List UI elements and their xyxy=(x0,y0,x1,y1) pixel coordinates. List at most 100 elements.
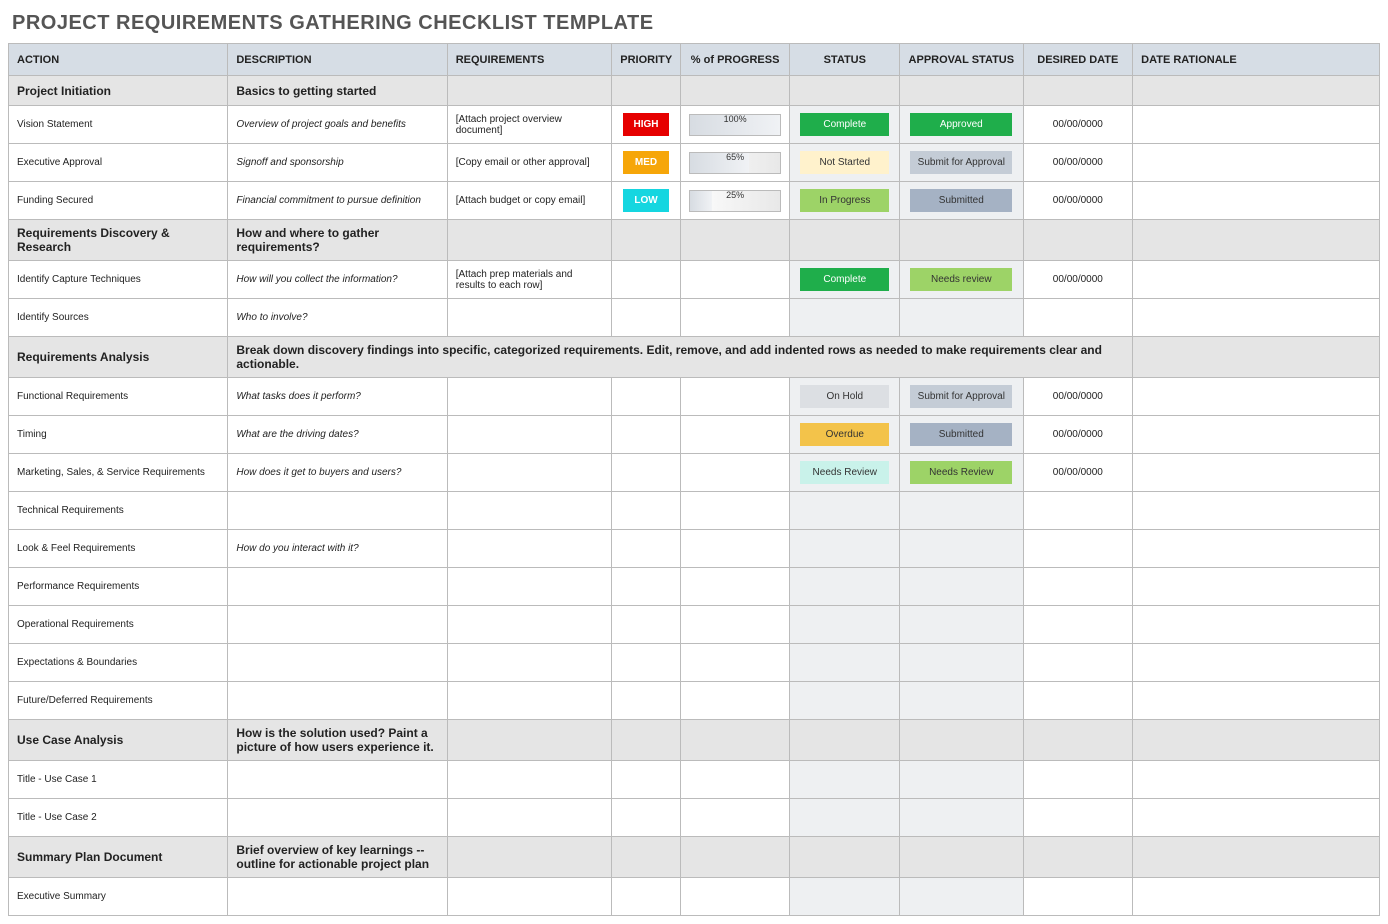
cell-description[interactable] xyxy=(228,682,447,720)
cell-date-rationale[interactable] xyxy=(1133,878,1380,916)
cell-action[interactable]: Technical Requirements xyxy=(9,492,228,530)
cell-date-rationale[interactable] xyxy=(1133,568,1380,606)
cell-requirements[interactable]: [Copy email or other approval] xyxy=(447,144,612,182)
cell-description[interactable]: Signoff and sponsorship xyxy=(228,144,447,182)
cell-action[interactable]: Expectations & Boundaries xyxy=(9,644,228,682)
cell-requirements[interactable] xyxy=(447,682,612,720)
cell-desired-date[interactable]: 00/00/0000 xyxy=(1023,454,1133,492)
cell-approval[interactable] xyxy=(900,878,1023,916)
cell-requirements[interactable] xyxy=(447,606,612,644)
cell-description[interactable]: How do you interact with it? xyxy=(228,530,447,568)
cell-requirements[interactable] xyxy=(447,492,612,530)
cell-action[interactable]: Funding Secured xyxy=(9,182,228,220)
cell-desired-date[interactable] xyxy=(1023,492,1133,530)
cell-date-rationale[interactable] xyxy=(1133,106,1380,144)
cell-desired-date[interactable] xyxy=(1023,799,1133,837)
cell-status[interactable]: Needs Review xyxy=(790,454,900,492)
cell-description[interactable]: Financial commitment to pursue definitio… xyxy=(228,182,447,220)
cell-desired-date[interactable]: 00/00/0000 xyxy=(1023,261,1133,299)
cell-progress[interactable] xyxy=(680,799,790,837)
cell-action[interactable]: Performance Requirements xyxy=(9,568,228,606)
cell-progress[interactable] xyxy=(680,644,790,682)
cell-status[interactable] xyxy=(790,761,900,799)
cell-status[interactable] xyxy=(790,530,900,568)
cell-requirements[interactable] xyxy=(447,299,612,337)
cell-requirements[interactable] xyxy=(447,799,612,837)
cell-status[interactable]: Complete xyxy=(790,261,900,299)
cell-status[interactable]: On Hold xyxy=(790,378,900,416)
cell-approval[interactable] xyxy=(900,644,1023,682)
cell-priority[interactable] xyxy=(612,682,681,720)
cell-requirements[interactable]: [Attach budget or copy email] xyxy=(447,182,612,220)
cell-description[interactable]: Who to involve? xyxy=(228,299,447,337)
cell-progress[interactable] xyxy=(680,761,790,799)
cell-description[interactable] xyxy=(228,761,447,799)
cell-date-rationale[interactable] xyxy=(1133,761,1380,799)
cell-desired-date[interactable]: 00/00/0000 xyxy=(1023,144,1133,182)
cell-description[interactable] xyxy=(228,568,447,606)
cell-action[interactable]: Vision Statement xyxy=(9,106,228,144)
cell-requirements[interactable] xyxy=(447,416,612,454)
cell-desired-date[interactable] xyxy=(1023,682,1133,720)
cell-priority[interactable] xyxy=(612,299,681,337)
cell-progress[interactable] xyxy=(680,454,790,492)
cell-date-rationale[interactable] xyxy=(1133,182,1380,220)
cell-status[interactable] xyxy=(790,299,900,337)
cell-progress[interactable] xyxy=(680,492,790,530)
cell-progress[interactable]: 25% xyxy=(680,182,790,220)
cell-approval[interactable]: Submit for Approval xyxy=(900,378,1023,416)
cell-description[interactable] xyxy=(228,878,447,916)
cell-date-rationale[interactable] xyxy=(1133,299,1380,337)
cell-desired-date[interactable]: 00/00/0000 xyxy=(1023,182,1133,220)
cell-description[interactable]: What tasks does it perform? xyxy=(228,378,447,416)
cell-status[interactable]: Overdue xyxy=(790,416,900,454)
cell-date-rationale[interactable] xyxy=(1133,261,1380,299)
cell-priority[interactable] xyxy=(612,761,681,799)
cell-status[interactable] xyxy=(790,878,900,916)
cell-approval[interactable] xyxy=(900,799,1023,837)
cell-progress[interactable]: 100% xyxy=(680,106,790,144)
cell-action[interactable]: Identify Sources xyxy=(9,299,228,337)
cell-desired-date[interactable]: 00/00/0000 xyxy=(1023,378,1133,416)
cell-desired-date[interactable] xyxy=(1023,530,1133,568)
cell-priority[interactable] xyxy=(612,530,681,568)
cell-date-rationale[interactable] xyxy=(1133,454,1380,492)
cell-status[interactable] xyxy=(790,644,900,682)
cell-approval[interactable] xyxy=(900,299,1023,337)
cell-requirements[interactable] xyxy=(447,530,612,568)
cell-approval[interactable]: Needs Review xyxy=(900,454,1023,492)
cell-approval[interactable] xyxy=(900,761,1023,799)
cell-priority[interactable] xyxy=(612,644,681,682)
cell-action[interactable]: Functional Requirements xyxy=(9,378,228,416)
cell-desired-date[interactable] xyxy=(1023,878,1133,916)
cell-progress[interactable]: 65% xyxy=(680,144,790,182)
cell-status[interactable] xyxy=(790,799,900,837)
cell-approval[interactable]: Submitted xyxy=(900,416,1023,454)
cell-status[interactable] xyxy=(790,682,900,720)
cell-approval[interactable] xyxy=(900,568,1023,606)
cell-desired-date[interactable]: 00/00/0000 xyxy=(1023,416,1133,454)
cell-progress[interactable] xyxy=(680,682,790,720)
cell-priority[interactable] xyxy=(612,568,681,606)
cell-approval[interactable]: Approved xyxy=(900,106,1023,144)
cell-date-rationale[interactable] xyxy=(1133,530,1380,568)
cell-desired-date[interactable]: 00/00/0000 xyxy=(1023,106,1133,144)
cell-requirements[interactable] xyxy=(447,761,612,799)
cell-progress[interactable] xyxy=(680,878,790,916)
cell-priority[interactable] xyxy=(612,606,681,644)
cell-action[interactable]: Marketing, Sales, & Service Requirements xyxy=(9,454,228,492)
cell-description[interactable] xyxy=(228,492,447,530)
cell-approval[interactable] xyxy=(900,606,1023,644)
cell-priority[interactable]: LOW xyxy=(612,182,681,220)
cell-priority[interactable] xyxy=(612,878,681,916)
cell-requirements[interactable]: [Attach prep materials and results to ea… xyxy=(447,261,612,299)
cell-progress[interactable] xyxy=(680,606,790,644)
cell-approval[interactable] xyxy=(900,682,1023,720)
cell-action[interactable]: Timing xyxy=(9,416,228,454)
cell-priority[interactable]: HIGH xyxy=(612,106,681,144)
cell-description[interactable]: Overview of project goals and benefits xyxy=(228,106,447,144)
cell-status[interactable] xyxy=(790,492,900,530)
cell-status[interactable]: Not Started xyxy=(790,144,900,182)
cell-approval[interactable]: Submitted xyxy=(900,182,1023,220)
cell-priority[interactable] xyxy=(612,799,681,837)
